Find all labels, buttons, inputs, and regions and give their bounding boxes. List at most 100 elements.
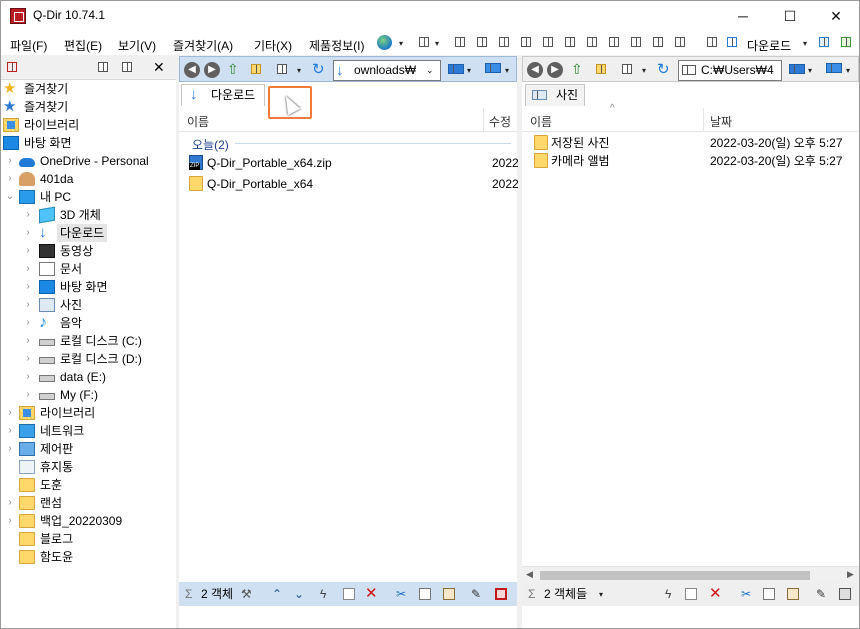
minimize-button[interactable]: ─ [720,1,766,31]
expand-chevron-icon[interactable]: › [23,278,33,296]
monitor-icon[interactable] [789,64,805,74]
copy-icon[interactable] [763,588,775,600]
rename-icon[interactable]: ✎ [816,582,826,606]
expand-chevron-icon[interactable]: › [23,332,33,350]
expand-chevron-icon[interactable]: › [23,314,33,332]
paste-icon[interactable] [443,588,455,600]
desktop-view-icon[interactable] [826,63,842,73]
layout-1-icon[interactable] [419,37,429,47]
view-mode-icon[interactable] [622,64,632,74]
menu-extras[interactable]: 기타(X) [254,37,292,54]
view-mode-icon[interactable] [277,64,287,74]
tree-item[interactable]: › ↓ 다운로드 [1,224,176,242]
column-divider[interactable] [703,108,704,132]
right-horizontal-scrollbar[interactable]: ◀ ▶ [522,566,859,583]
column-modified[interactable]: 수정 [489,113,511,130]
tree-item[interactable]: › 로컬 디스크 (D:) [1,350,176,368]
expand-chevron-icon[interactable]: › [5,512,15,530]
tree-item[interactable]: 블로그 [1,530,176,548]
expand-chevron-icon[interactable]: › [5,422,15,440]
chevron-down-icon[interactable]: ▾ [297,66,301,75]
lightning-icon[interactable]: ϟ [665,582,671,606]
tree-item[interactable]: › My (F:) [1,386,176,404]
scroll-thumb[interactable] [540,571,810,580]
tree-item[interactable]: 휴지통 [1,458,176,476]
column-divider[interactable] [483,108,484,132]
desktop-view-icon[interactable] [485,63,501,73]
tree-item[interactable]: › ♪ 음악 [1,314,176,332]
tree-item[interactable]: › 동영상 [1,242,176,260]
tools-icon[interactable]: ⚒ [241,582,252,606]
chevron-down-icon[interactable]: ▾ [803,39,807,48]
file-row[interactable]: Q-Dir_Portable_x64 2022 [189,175,519,193]
chevron-down-icon[interactable]: ▾ [399,39,403,48]
forward-icon[interactable]: ▶ [547,62,563,78]
cut-icon[interactable]: ✂ [396,582,406,606]
tree-item[interactable]: › 바탕 화면 [1,278,176,296]
layout-8-icon[interactable] [587,37,597,47]
scroll-right-icon[interactable]: ▶ [847,569,854,580]
tree-item[interactable]: 라이브러리 [1,116,176,134]
tree-item[interactable]: › data (E:) [1,368,176,386]
chevron-down-icon[interactable]: ▾ [846,66,850,75]
expand-chevron-icon[interactable]: › [23,368,33,386]
menu-edit[interactable]: 편집(E) [64,37,102,54]
expand-chevron-icon[interactable]: › [5,170,15,188]
scroll-left-icon[interactable]: ◀ [526,569,533,580]
left-address-bar[interactable]: ↓ ownloads₩ ⌄ [333,60,441,81]
expand-chevron-icon[interactable]: › [23,206,33,224]
chevron-down-icon[interactable]: ▾ [505,66,509,75]
file-row[interactable]: Q-Dir_Portable_x64.zip 2022 [189,154,519,172]
save-icon[interactable] [819,37,829,47]
tree-item[interactable]: › 사진 [1,296,176,314]
close-button[interactable]: ✕ [813,1,859,31]
tree-item[interactable]: › 로컬 디스크 (C:) [1,332,176,350]
delete-icon[interactable]: ✕ [709,582,722,606]
tree-close-icon[interactable]: ✕ [153,59,165,76]
refresh-icon[interactable]: ↻ [312,60,325,78]
expand-chevron-icon[interactable]: › [23,242,33,260]
tab-downloads[interactable]: ↓ 다운로드 [181,84,265,106]
menu-file[interactable]: 파일(F) [10,37,47,54]
tree-root-icon[interactable] [7,62,17,72]
tree-item[interactable]: › 백업_20220309 [1,512,176,530]
chevron-down-icon[interactable]: ▾ [435,39,439,48]
monitor-icon[interactable] [448,64,464,74]
lightning-icon[interactable]: ϟ [320,582,326,606]
menu-info[interactable]: 제품정보(I) [309,37,365,54]
arrow-up-icon[interactable]: ⌃ [272,582,282,606]
chevron-down-icon[interactable]: ▾ [467,66,471,75]
expand-chevron-icon[interactable]: ⌄ [5,188,15,206]
copy-icon[interactable] [419,588,431,600]
delete-icon[interactable]: ✕ [365,582,378,606]
mail-icon[interactable] [343,588,355,600]
cut-icon[interactable]: ✂ [741,582,751,606]
expand-chevron-icon[interactable]: › [23,224,33,242]
tree-search-icon[interactable] [122,62,132,72]
up-icon[interactable]: ⇧ [571,61,583,78]
chevron-down-icon[interactable]: ▾ [808,66,812,75]
back-icon[interactable]: ◀ [527,62,543,78]
column-name[interactable]: 이름 [530,113,552,130]
title-bar[interactable]: Q-Dir 10.74.1 ─ ☐ ✕ [1,1,859,31]
tree-item[interactable]: › 문서 [1,260,176,278]
layout-2-icon[interactable] [455,37,465,47]
file-row[interactable]: 카메라 앨범 2022-03-20(일) 오후 5:27 [534,152,858,170]
tree-item[interactable]: › 랜섬 [1,494,176,512]
expand-chevron-icon[interactable]: › [5,404,15,422]
chevron-down-icon[interactable]: ▾ [642,66,646,75]
expand-chevron-icon[interactable]: › [23,260,33,278]
splitter-middle[interactable] [518,56,521,628]
tree-item[interactable]: ★ 즐겨찾기 [1,98,176,116]
expand-chevron-icon[interactable]: › [23,350,33,368]
tree-item[interactable]: › 라이브러리 [1,404,176,422]
tree-document-icon[interactable] [98,62,108,72]
expand-chevron-icon[interactable]: › [5,440,15,458]
layout-10-icon[interactable] [631,37,641,47]
tree-item[interactable]: › 네트워크 [1,422,176,440]
forward-icon[interactable]: ▶ [204,62,220,78]
column-date[interactable]: 날짜 [710,113,732,130]
rename-icon[interactable]: ✎ [471,582,481,606]
arrow-down-icon[interactable]: ⌄ [294,582,304,606]
tree-item[interactable]: 함도윤 [1,548,176,566]
